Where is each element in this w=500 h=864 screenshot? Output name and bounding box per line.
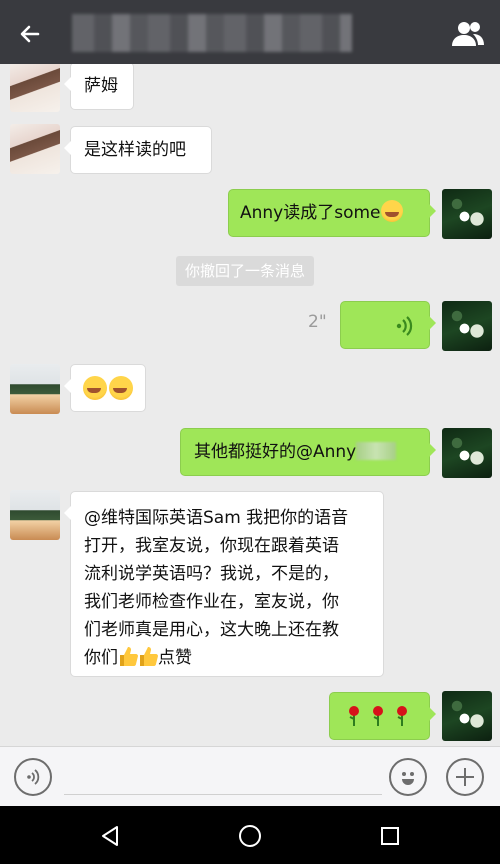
square-recent-icon [381, 827, 399, 845]
triangle-back-icon [102, 826, 118, 846]
thumbs-up-icon [140, 647, 158, 666]
message-line: 们老师真是用心，这大晚上还在教 [84, 620, 339, 640]
more-plus-button[interactable] [446, 758, 484, 796]
voice-wave-icon [396, 316, 413, 336]
message-line: 你们 点赞 [84, 644, 370, 672]
message-bubble[interactable]: 萨姆 [64, 64, 134, 110]
message-input[interactable] [64, 794, 382, 795]
voice-duration: 2" [308, 312, 327, 332]
laugh-tears-emoji-icon [109, 376, 133, 400]
message-bubble[interactable]: 是这样读的吧 [64, 126, 212, 174]
message-text: 点赞 [158, 648, 192, 668]
avatar[interactable] [442, 189, 492, 239]
arrow-left-icon [20, 25, 40, 43]
message-line: 打开，我室友说，你现在跟着英语 [84, 536, 339, 556]
system-nav-bar [0, 806, 500, 864]
message-text: 萨姆 [84, 76, 118, 96]
circle-home-icon [239, 825, 261, 847]
input-bar [0, 746, 500, 806]
avatar[interactable] [442, 301, 492, 351]
message-bubble[interactable] [64, 364, 146, 412]
message-line: 我们老师检查作业在，室友说，你 [84, 592, 339, 612]
group-people-icon [452, 22, 484, 46]
nav-back-button[interactable] [90, 816, 130, 856]
nav-home-button[interactable] [230, 816, 270, 856]
voice-mode-icon [27, 769, 40, 785]
mention-blurred [356, 442, 397, 460]
message-line: @维特国际英语Sam 我把你的语音 [84, 508, 349, 528]
message-bubble[interactable]: @维特国际英语Sam 我把你的语音 打开，我室友说，你现在跟着英语 流利说学英语… [64, 491, 384, 677]
top-bar [0, 0, 500, 64]
rose-icon [397, 706, 407, 726]
chat-title-blurred [72, 14, 352, 52]
emoji-button[interactable] [389, 758, 427, 796]
message-bubble[interactable]: Anny读成了some [228, 189, 436, 237]
message-text: 是这样读的吧 [84, 140, 186, 160]
chat-area[interactable]: 萨姆 是这样读的吧 Anny读成了some 你撤回了一条消息 2" 其他都挺好的… [0, 64, 500, 746]
message-line: 流利说学英语吗？我说，不是的， [84, 564, 339, 584]
avatar[interactable] [10, 490, 60, 540]
message-text: Anny读成了some [240, 203, 381, 223]
plus-icon [456, 768, 474, 786]
nav-recent-button[interactable] [370, 816, 410, 856]
recall-notice: 你撤回了一条消息 [176, 256, 315, 286]
avatar[interactable] [442, 691, 492, 741]
group-info-button[interactable] [448, 14, 488, 54]
rose-icon [349, 706, 359, 726]
avatar[interactable] [10, 64, 60, 112]
message-text: 其他都挺好的@Anny [194, 442, 357, 462]
voice-mode-button[interactable] [14, 758, 52, 796]
avatar[interactable] [10, 364, 60, 414]
back-button[interactable] [10, 14, 50, 54]
message-text: 你们 [84, 648, 118, 668]
avatar[interactable] [10, 124, 60, 174]
emoji-face-icon [402, 772, 414, 785]
rose-icon [373, 706, 383, 726]
message-bubble[interactable] [329, 692, 436, 740]
laugh-tears-emoji-icon [83, 376, 107, 400]
voice-message-bubble[interactable] [340, 301, 436, 349]
laugh-tears-emoji-icon [380, 200, 403, 222]
message-bubble[interactable]: 其他都挺好的@Anny [180, 428, 436, 476]
avatar[interactable] [442, 428, 492, 478]
thumbs-up-icon [120, 647, 138, 666]
